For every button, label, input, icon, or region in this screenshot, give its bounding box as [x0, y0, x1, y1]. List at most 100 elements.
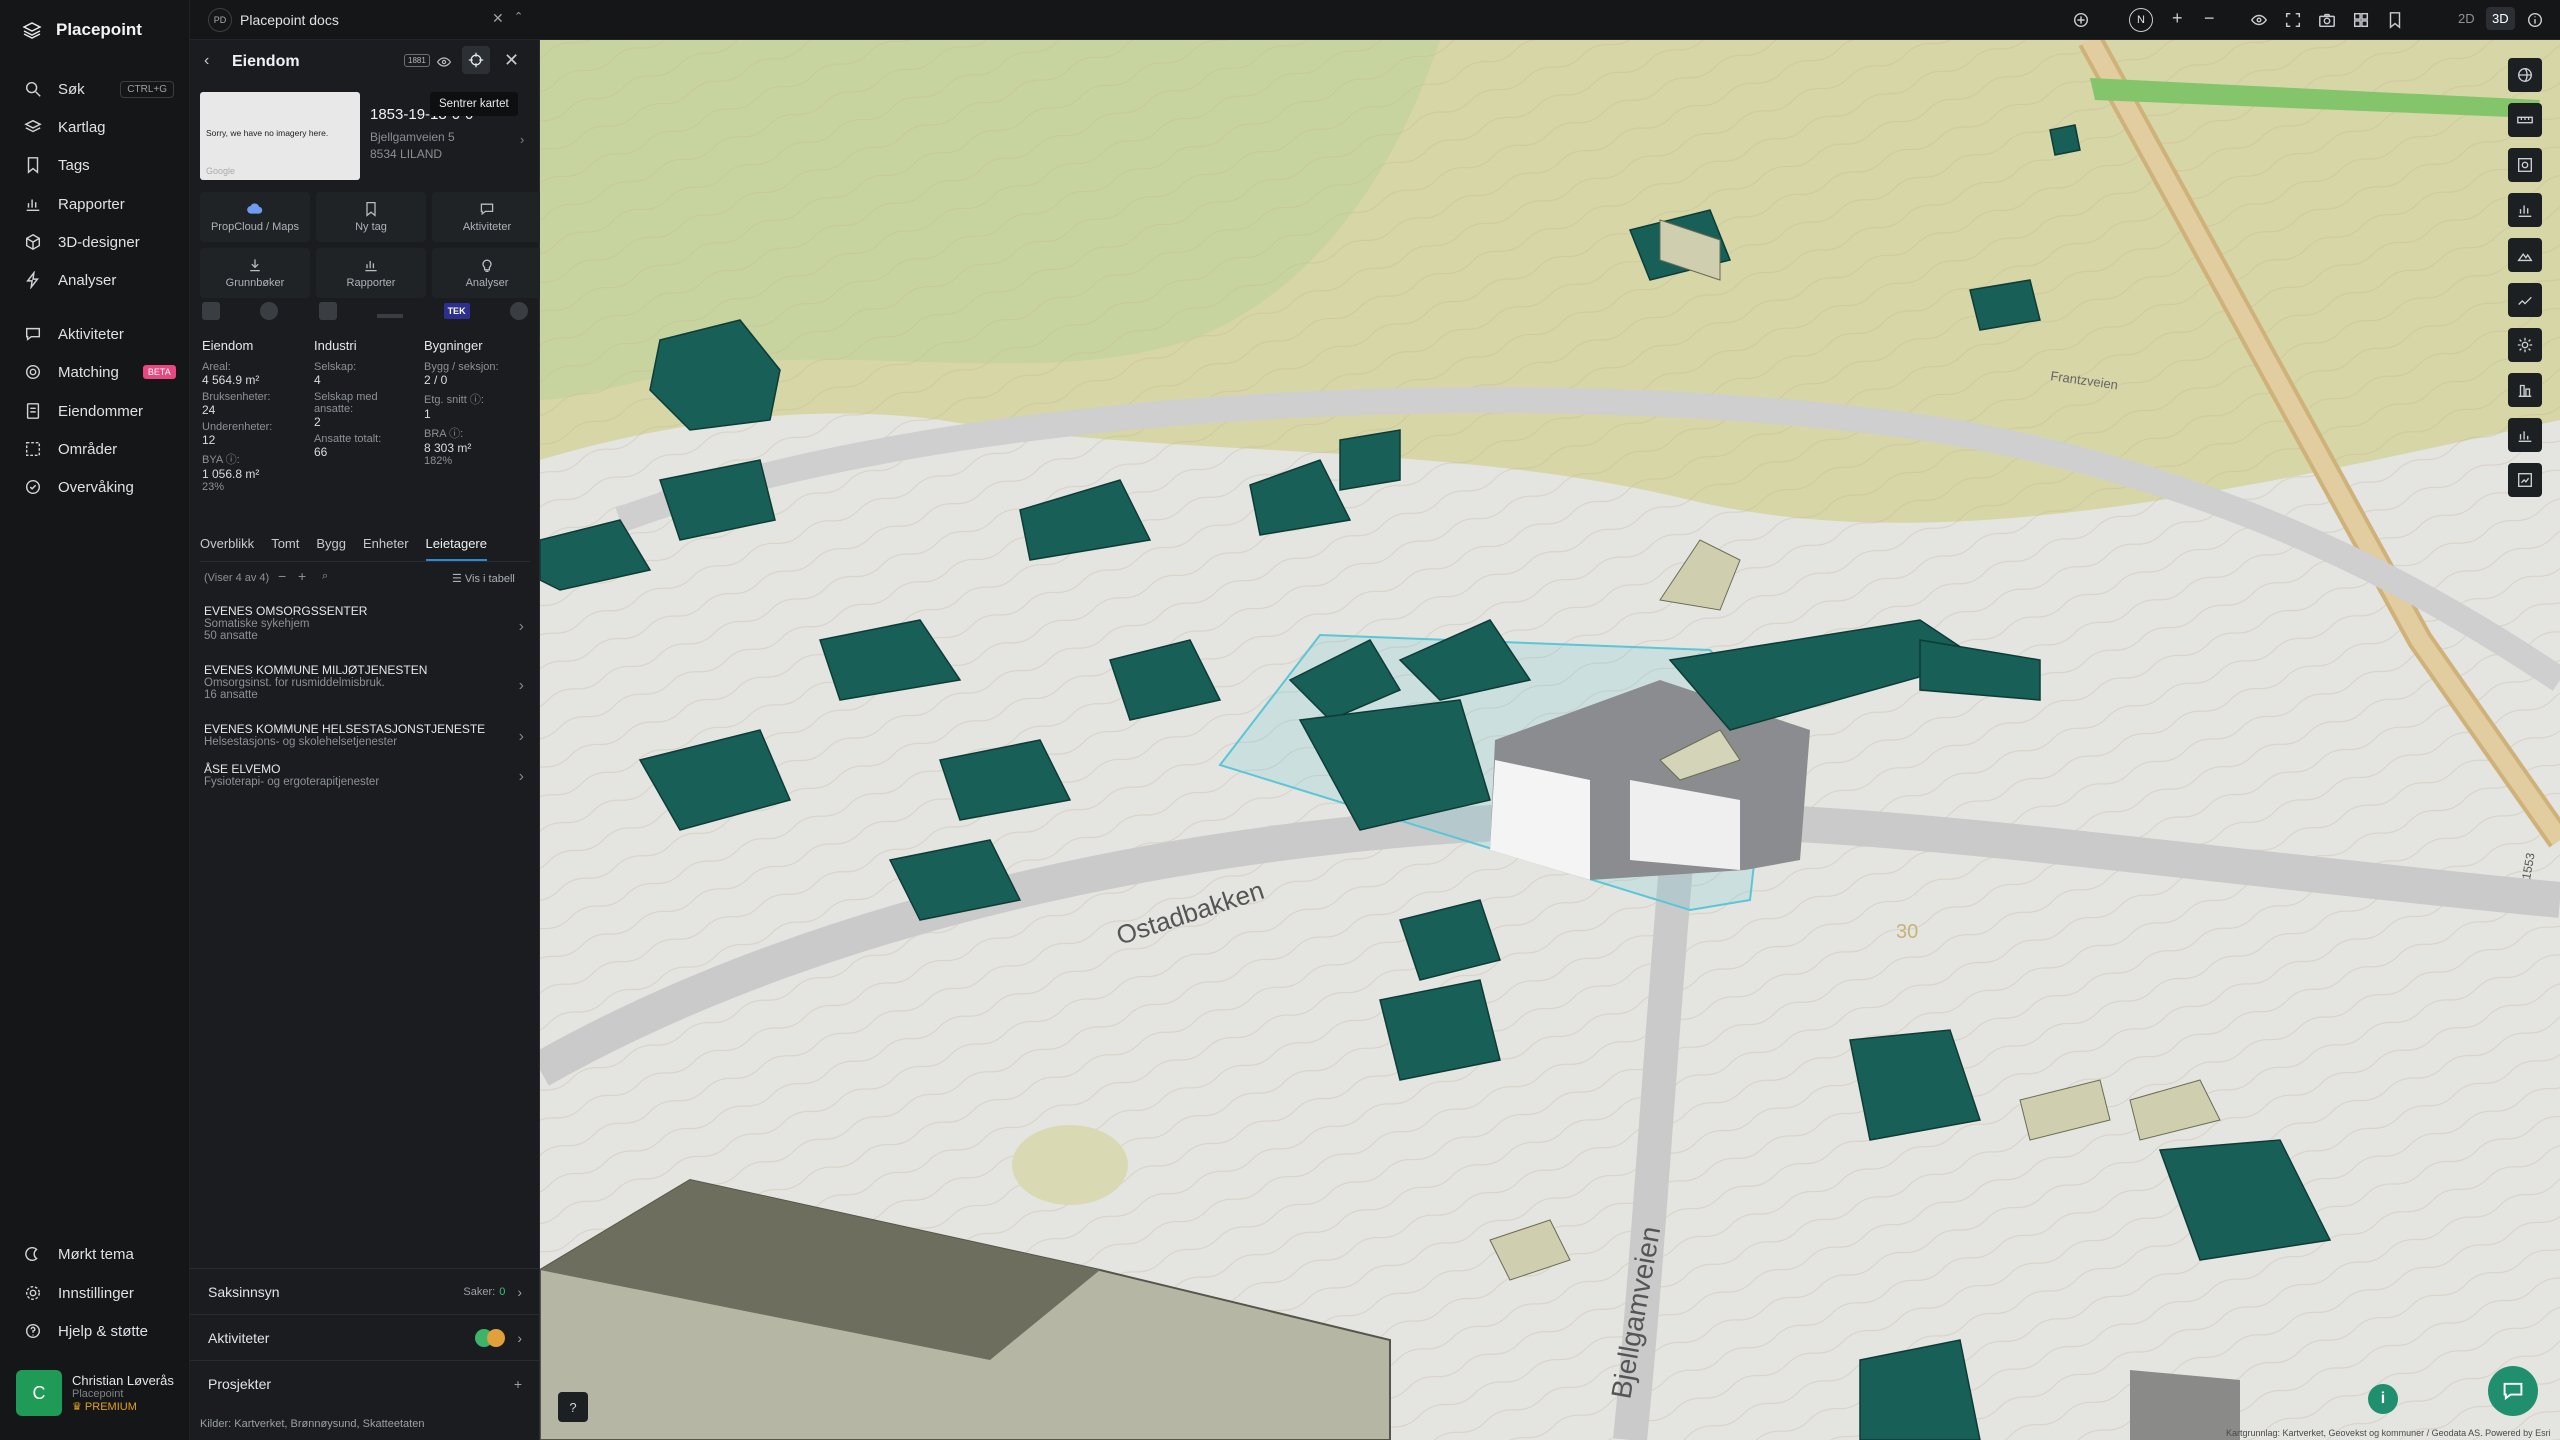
nav-item-kartlag[interactable]: Kartlag	[24, 114, 174, 140]
activities-button[interactable]: Aktiviteter	[432, 192, 542, 242]
list-item[interactable]: EVENES OMSORGSSENTER Somatiske sykehjem …	[204, 604, 524, 642]
1881-badge[interactable]: 1881	[404, 54, 430, 67]
close-icon[interactable]: ✕	[492, 10, 504, 27]
map-help-button[interactable]: ?	[558, 1392, 588, 1422]
nav-label: Områder	[58, 440, 118, 458]
plus-icon[interactable]: +	[514, 1376, 522, 1392]
bookmark-icon	[27, 157, 39, 174]
plus-icon[interactable]: +	[298, 568, 306, 584]
prosjekter-section[interactable]: Prosjekter +	[190, 1360, 540, 1406]
layers-3d-icon[interactable]	[2072, 11, 2090, 29]
section-title: Aktiviteter	[208, 1329, 270, 1346]
camera-icon[interactable]	[2318, 11, 2336, 29]
nav-item-omrader[interactable]: Områder	[24, 436, 174, 462]
chat-button[interactable]	[2488, 1366, 2538, 1416]
source-link[interactable]: Skatteetaten	[363, 1418, 425, 1430]
sources-line: Kilder: Kartverket, Brønnøysund, Skattee…	[200, 1418, 425, 1430]
tab-tomt[interactable]: Tomt	[271, 536, 299, 561]
street-view-image[interactable]: Sorry, we have no imagery here. Google	[200, 92, 360, 180]
building[interactable]	[1339, 429, 1401, 491]
fullscreen-icon[interactable]	[2284, 11, 2302, 29]
eye-icon[interactable]	[436, 54, 452, 70]
mode-3d-button[interactable]: 3D	[2486, 7, 2515, 30]
nav-item-overvaking[interactable]: Overvåking	[24, 474, 174, 500]
tool-button-report[interactable]	[2508, 463, 2542, 497]
tool-button-measure[interactable]	[2508, 103, 2542, 137]
expand-icon[interactable]: ⌃	[514, 10, 523, 23]
map-3d-view[interactable]: Ostadbakken Bjellgamveien Frantzveien 30…	[540, 40, 2560, 1440]
nav-item-dark-theme[interactable]: Mørkt tema	[24, 1241, 174, 1267]
info-bubble-icon[interactable]: i	[2368, 1384, 2398, 1414]
user-card[interactable]: C Christian Løverås Placepoint ♛ PREMIUM	[16, 1370, 174, 1416]
tool-button-view[interactable]	[2508, 148, 2542, 182]
building[interactable]	[1969, 279, 2041, 331]
eye-icon[interactable]	[2250, 11, 2268, 29]
mode-2d-button[interactable]: 2D	[2458, 11, 2475, 26]
tool-button-analysis[interactable]	[2508, 418, 2542, 452]
tenant-industry: Helsestasjons- og skolehelsetjenester	[204, 736, 398, 748]
tool-button-volume[interactable]	[2508, 373, 2542, 407]
nav-item-rapporter[interactable]: Rapporter	[24, 191, 174, 217]
nav-item-settings[interactable]: Innstillinger	[24, 1280, 174, 1306]
nav-item-3d-designer[interactable]: 3D-designer	[24, 229, 174, 255]
app-brand[interactable]: Placepoint	[22, 20, 142, 40]
compass-button[interactable]: N	[2129, 8, 2153, 32]
nav-item-aktiviteter[interactable]: Aktiviteter	[24, 321, 174, 347]
docs-title[interactable]: Placepoint docs	[240, 12, 339, 28]
list-item[interactable]: EVENES KOMMUNE MILJØTJENESTEN Omsorgsins…	[204, 663, 524, 701]
back-icon[interactable]: ‹	[204, 52, 209, 70]
propcloud-button[interactable]: PropCloud / Maps	[200, 192, 310, 242]
analyses-button[interactable]: Analyser	[432, 248, 542, 298]
stat-value: 2 / 0	[424, 373, 448, 387]
tool-button-elevation[interactable]	[2508, 238, 2542, 272]
tenant-employees: 50 ansatte	[204, 630, 258, 642]
nav-item-eiendommer[interactable]: Eiendommer	[24, 398, 174, 424]
zoom-out-icon[interactable]: −	[2204, 8, 2215, 29]
chevron-right-icon[interactable]: ›	[520, 132, 524, 147]
tab-leietagere[interactable]: Leietagere	[425, 536, 487, 561]
nav-label: Mørkt tema	[58, 1245, 134, 1263]
action-label: Ny tag	[355, 221, 387, 233]
globe-icon[interactable]	[260, 302, 279, 320]
tool-button-chart[interactable]	[2508, 193, 2542, 227]
aktiviteter-section[interactable]: Aktiviteter ›	[190, 1314, 540, 1360]
minus-icon[interactable]: −	[278, 568, 286, 584]
tool-button-sun[interactable]	[2508, 328, 2542, 362]
tool-button-globe[interactable]	[2508, 58, 2542, 92]
search-icon[interactable]: ⌕	[322, 570, 328, 583]
nav-item-help[interactable]: Hjelp & støtte	[24, 1318, 174, 1344]
tab-enheter[interactable]: Enheter	[363, 536, 409, 561]
zoom-in-icon[interactable]: +	[2172, 8, 2183, 29]
more-icon[interactable]	[509, 302, 528, 320]
building[interactable]	[2049, 124, 2081, 156]
bars-icon[interactable]	[377, 304, 404, 318]
table-toggle[interactable]: ☰ Vis i tabell	[452, 572, 515, 585]
saksinnsyn-section[interactable]: Saksinnsyn Saker: 0 ›	[190, 1268, 540, 1314]
map-canvas[interactable]: Ostadbakken Bjellgamveien Frantzveien 30…	[540, 40, 2560, 1440]
grid-icon[interactable]	[2352, 11, 2370, 29]
stat-percent: 182%	[424, 455, 453, 467]
nav-item-tags[interactable]: Tags	[24, 152, 174, 178]
bookmark-icon[interactable]	[2386, 11, 2404, 29]
list-item[interactable]: EVENES KOMMUNE HELSESTASJONSTJENESTE Hel…	[204, 722, 524, 748]
source-link[interactable]: Kartverket	[234, 1418, 284, 1430]
tek-chip[interactable]: TEK	[443, 303, 470, 319]
nav-item-analyser[interactable]: Analyser	[24, 267, 174, 293]
nav-item-matching[interactable]: Matching BETA	[24, 359, 184, 385]
nav-item-sok[interactable]: Søk CTRL+G	[24, 76, 174, 102]
close-icon[interactable]: ✕	[504, 50, 519, 71]
factory-icon[interactable]	[318, 302, 337, 320]
center-map-button[interactable]	[462, 46, 490, 74]
info-icon[interactable]	[2526, 11, 2544, 29]
layer-chip-icon[interactable]	[202, 302, 220, 320]
new-tag-button[interactable]: Ny tag	[316, 192, 426, 242]
chat-icon	[2503, 1382, 2523, 1401]
tool-button-profile[interactable]	[2508, 283, 2542, 317]
land-register-button[interactable]: Grunnbøker	[200, 248, 310, 298]
source-link[interactable]: Brønnøysund	[291, 1418, 357, 1430]
tab-bygg[interactable]: Bygg	[316, 536, 346, 561]
tab-overblikk[interactable]: Overblikk	[200, 536, 254, 561]
building[interactable]	[2130, 1370, 2240, 1440]
reports-button[interactable]: Rapporter	[316, 248, 426, 298]
list-item[interactable]: ÅSE ELVEMO Fysioterapi- og ergoterapitje…	[204, 762, 524, 788]
